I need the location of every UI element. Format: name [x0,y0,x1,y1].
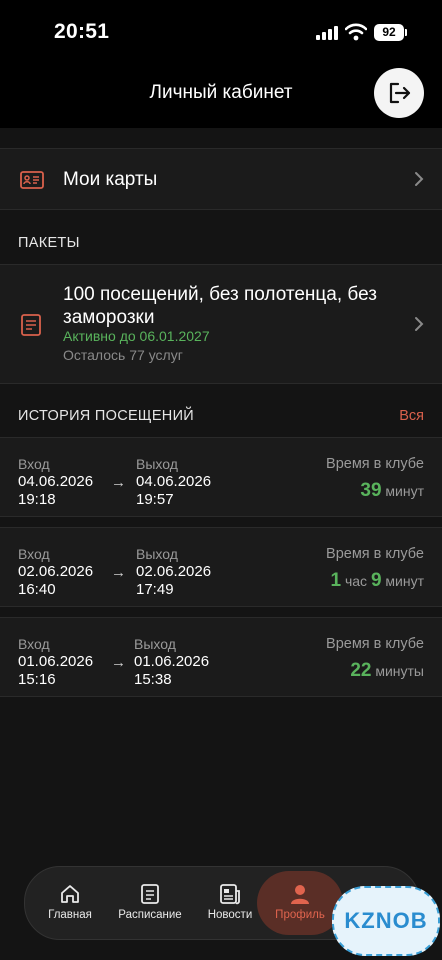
packet-title: 100 посещений, без полотенца, без заморо… [63,284,377,328]
clock: 20:51 [54,20,110,43]
packet-item[interactable]: 100 посещений, без полотенца, без заморо… [0,264,442,384]
exit-time: 17:49 [136,581,174,598]
duration-label: Время в клубе [326,456,424,472]
duration-minutes-unit: минуты [375,663,424,679]
entry-label: Вход [18,546,50,562]
duration-minutes: 9 [370,570,382,591]
duration-minutes-unit: минут [385,483,424,499]
exit-label: Выход [136,546,178,562]
duration-minutes: 39 [360,480,382,501]
arrow-right-icon: → [111,654,126,671]
exit-time: 15:38 [134,671,172,688]
packet-active-until: Активно до 06.01.2027 [63,328,210,344]
tab-profile-label: Профиль [275,909,325,921]
duration-value: 1 час 9 минут [330,570,424,592]
duration-hours: 1 [330,570,342,591]
exit-label: Выход [134,636,176,652]
wifi-icon [345,23,367,41]
my-cards-row[interactable]: Мои карты [0,148,442,210]
visit-row: Вход 04.06.2026 19:18 → Выход 04.06.2026… [0,437,442,517]
duration-value: 39 минут [360,480,424,502]
document-icon [21,314,41,336]
exit-date: 04.06.2026 [136,473,212,490]
exit-date: 02.06.2026 [136,563,212,580]
entry-date: 04.06.2026 [18,473,94,490]
entry-label: Вход [18,456,50,472]
arrow-right-icon: → [111,474,126,491]
watermark-logo: KZNOB [332,886,440,956]
exit-date: 01.06.2026 [134,653,210,670]
arrow-right-icon: → [111,564,126,581]
duration-minutes: 22 [350,660,372,681]
news-icon [220,884,240,905]
entry-time: 16:40 [18,581,56,598]
entry-date: 02.06.2026 [18,563,94,580]
tab-schedule-label: Расписание [118,909,182,921]
chevron-right-icon [415,317,424,331]
history-header: ИСТОРИЯ ПОСЕЩЕНИЙ Вся [0,394,442,438]
entry-label: Вход [18,636,50,652]
duration-label: Время в клубе [326,546,424,562]
visit-row: Вход 02.06.2026 16:40 → Выход 02.06.2026… [0,527,442,607]
tab-home[interactable]: Главная [37,867,103,939]
tab-home-label: Главная [48,909,92,921]
packets-section-title: ПАКЕТЫ [18,235,80,251]
tab-profile[interactable]: Профиль [265,867,335,939]
all-visits-link[interactable]: Вся [399,408,424,424]
entry-time: 15:16 [18,671,56,688]
chevron-right-icon [415,172,424,186]
battery-indicator: 92 [374,24,407,41]
duration-label: Время в клубе [326,636,424,652]
schedule-icon [141,884,159,904]
duration-value: 22 минуты [350,660,424,682]
history-section-title: ИСТОРИЯ ПОСЕЩЕНИЙ [18,408,195,424]
entry-date: 01.06.2026 [18,653,94,670]
duration-minutes-unit: минут [385,573,424,589]
exit-label: Выход [136,456,178,472]
cellular-signal-icon [316,26,338,40]
tab-news[interactable]: Новости [197,867,263,939]
my-cards-label: Мои карты [63,169,158,190]
packet-remaining: Осталось 77 услуг [63,347,183,363]
id-card-icon [20,171,44,189]
visit-row: Вход 01.06.2026 15:16 → Выход 01.06.2026… [0,617,442,697]
duration-hours-unit: час [344,573,368,589]
home-icon [61,885,79,903]
exit-time: 19:57 [136,491,174,508]
status-bar: 20:51 92 [0,0,442,62]
header: Личный кабинет [0,62,442,128]
logout-icon [389,82,411,104]
profile-icon [291,885,309,904]
tab-news-label: Новости [207,909,253,921]
entry-time: 19:18 [18,491,56,508]
tab-schedule[interactable]: Расписание [111,867,189,939]
logout-button[interactable] [374,68,424,118]
